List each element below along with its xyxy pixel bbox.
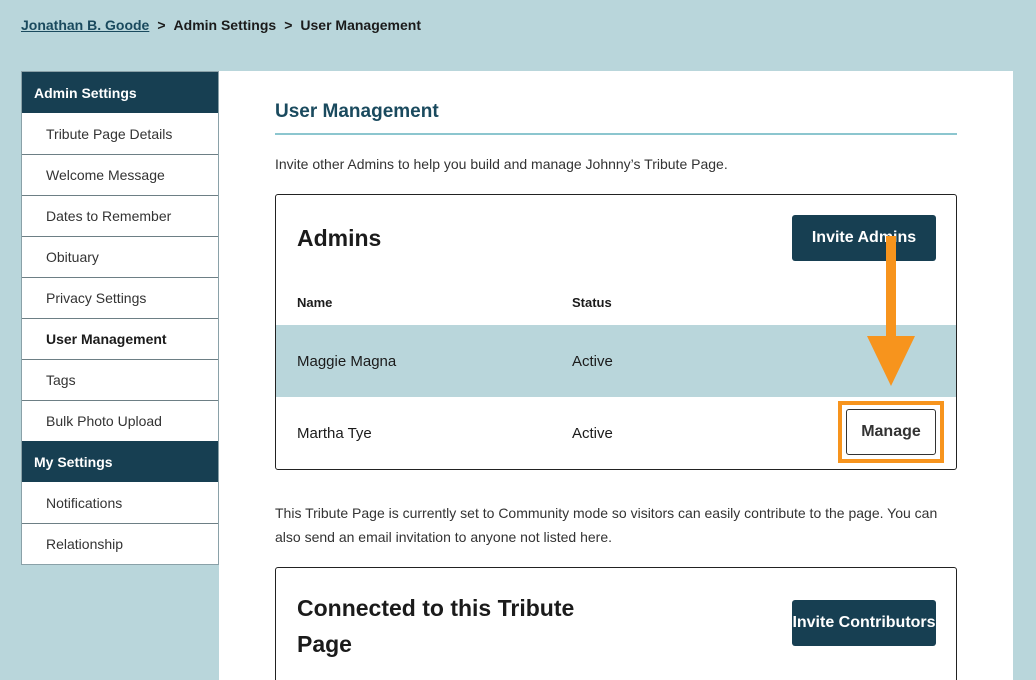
table-row: Martha Tye Active Manage bbox=[276, 397, 956, 469]
arrow-down-icon bbox=[867, 236, 915, 386]
sidebar-item-welcome-message[interactable]: Welcome Message bbox=[22, 154, 218, 195]
manage-highlight-box: Manage bbox=[838, 401, 944, 463]
sidebar-item-tribute-page-details[interactable]: Tribute Page Details bbox=[22, 113, 218, 154]
connected-card: Connected to this Tribute Page Invite Co… bbox=[275, 567, 957, 680]
admin-status: Active bbox=[572, 352, 613, 370]
admin-status: Active bbox=[572, 424, 613, 442]
table-row: Maggie Magna Active bbox=[276, 325, 956, 397]
sidebar-item-notifications[interactable]: Notifications bbox=[22, 482, 218, 523]
breadcrumb-user-link[interactable]: Jonathan B. Goode bbox=[21, 17, 149, 33]
admin-name: Maggie Magna bbox=[297, 352, 397, 370]
sidebar-item-dates-to-remember[interactable]: Dates to Remember bbox=[22, 195, 218, 236]
sidebar-item-user-management[interactable]: User Management bbox=[22, 318, 218, 359]
community-mode-text: This Tribute Page is currently set to Co… bbox=[275, 505, 938, 545]
manage-button[interactable]: Manage bbox=[846, 409, 936, 455]
page-title: User Management bbox=[275, 101, 957, 135]
sidebar-item-relationship[interactable]: Relationship bbox=[22, 523, 218, 564]
sidebar-item-privacy-settings[interactable]: Privacy Settings bbox=[22, 277, 218, 318]
breadcrumb: Jonathan B. Goode > Admin Settings > Use… bbox=[21, 17, 421, 33]
invite-contributors-button[interactable]: Invite Contributors bbox=[792, 600, 936, 646]
breadcrumb-separator: > bbox=[284, 17, 293, 33]
sidebar-header-admin-settings: Admin Settings bbox=[22, 72, 218, 113]
column-header-name: Name bbox=[297, 295, 333, 310]
breadcrumb-admin-settings: Admin Settings bbox=[173, 17, 277, 33]
column-header-status: Status bbox=[572, 295, 612, 310]
admins-card: Admins Invite Admins Name Status Maggie … bbox=[275, 194, 957, 470]
intro-text: Invite other Admins to help you build an… bbox=[275, 156, 728, 172]
connected-title: Connected to this Tribute Page bbox=[297, 595, 575, 657]
breadcrumb-separator: > bbox=[157, 17, 166, 33]
settings-sidebar: Admin Settings Tribute Page Details Welc… bbox=[21, 71, 219, 565]
admin-name: Martha Tye bbox=[297, 424, 372, 442]
sidebar-item-tags[interactable]: Tags bbox=[22, 359, 218, 400]
admins-title: Admins bbox=[297, 225, 382, 251]
sidebar-item-bulk-photo-upload[interactable]: Bulk Photo Upload bbox=[22, 400, 218, 441]
breadcrumb-current: User Management bbox=[300, 17, 421, 33]
sidebar-item-obituary[interactable]: Obituary bbox=[22, 236, 218, 277]
sidebar-header-my-settings: My Settings bbox=[22, 441, 218, 482]
